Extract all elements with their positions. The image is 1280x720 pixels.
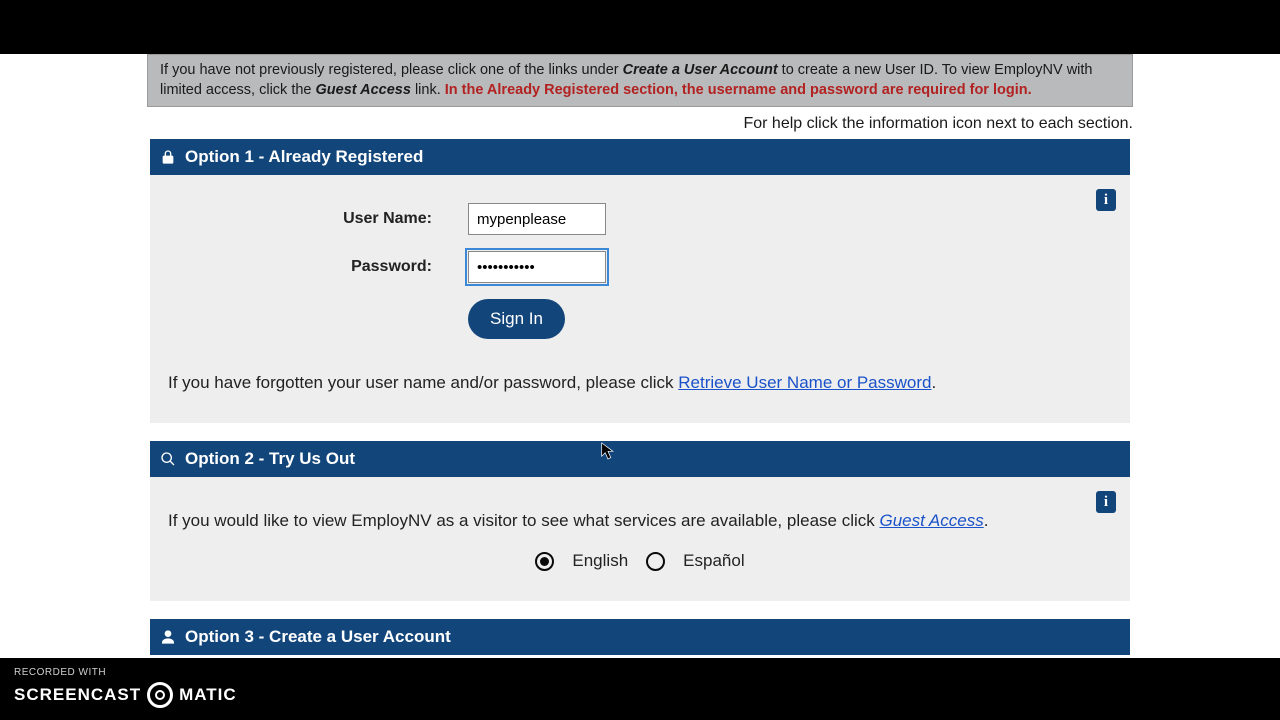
info-icon[interactable]: i bbox=[1096, 491, 1116, 513]
notice-pre: If you have not previously registered, p… bbox=[160, 62, 623, 78]
option2-body: i If you would like to view EmployNV as … bbox=[150, 477, 1130, 601]
user-icon bbox=[160, 629, 176, 645]
forgot-pre: If you have forgotten your user name and… bbox=[168, 373, 678, 392]
guest-line: If you would like to view EmployNV as a … bbox=[168, 511, 1112, 531]
guest-access-link[interactable]: Guest Access bbox=[879, 511, 983, 530]
screencast-o-matic-logo: SCREENCAST MATIC bbox=[14, 682, 237, 708]
option1-panel: Option 1 - Already Registered i User Nam… bbox=[150, 139, 1130, 423]
option2-title: Option 2 - Try Us Out bbox=[185, 449, 355, 469]
notice-create-account-em: Create a User Account bbox=[623, 62, 778, 78]
brand-right: MATIC bbox=[179, 685, 237, 705]
option1-header: Option 1 - Already Registered bbox=[150, 139, 1130, 175]
info-icon[interactable]: i bbox=[1096, 189, 1116, 211]
lang-spanish-label: Español bbox=[683, 551, 744, 571]
option2-header: Option 2 - Try Us Out bbox=[150, 441, 1130, 477]
guest-post: . bbox=[984, 511, 989, 530]
lock-icon bbox=[160, 149, 176, 165]
notice-required-warning: In the Already Registered section, the u… bbox=[445, 82, 1032, 98]
option1-body: i User Name: Password: Sign In If you ha… bbox=[150, 175, 1130, 423]
watermark-bar: RECORDED WITH SCREENCAST MATIC bbox=[0, 658, 1280, 720]
option3-panel: Option 3 - Create a User Account bbox=[150, 619, 1130, 655]
notice-guest-access-em: Guest Access bbox=[316, 82, 411, 98]
username-input[interactable] bbox=[468, 203, 606, 235]
option2-panel: Option 2 - Try Us Out i If you would lik… bbox=[150, 441, 1130, 601]
forgot-post: . bbox=[931, 373, 936, 392]
option3-header: Option 3 - Create a User Account bbox=[150, 619, 1130, 655]
retrieve-credentials-link[interactable]: Retrieve User Name or Password bbox=[678, 373, 931, 392]
recorded-with-label: RECORDED WITH bbox=[14, 667, 106, 678]
sign-in-button[interactable]: Sign In bbox=[468, 299, 565, 339]
username-label: User Name: bbox=[168, 210, 468, 228]
registration-notice: If you have not previously registered, p… bbox=[147, 54, 1133, 107]
forgot-line: If you have forgotten your user name and… bbox=[168, 373, 1112, 393]
radio-spanish[interactable] bbox=[646, 552, 665, 571]
option3-title: Option 3 - Create a User Account bbox=[185, 627, 451, 647]
top-black-bar bbox=[0, 0, 1280, 54]
guest-pre: If you would like to view EmployNV as a … bbox=[168, 511, 879, 530]
search-icon bbox=[160, 451, 176, 467]
help-instruction: For help click the information icon next… bbox=[0, 115, 1133, 133]
lang-english-label: English bbox=[572, 551, 628, 571]
option1-title: Option 1 - Already Registered bbox=[185, 147, 423, 167]
brand-circle-icon bbox=[147, 682, 173, 708]
notice-post-link: link. bbox=[411, 82, 445, 98]
brand-left: SCREENCAST bbox=[14, 685, 141, 705]
password-label: Password: bbox=[168, 258, 468, 276]
language-radio-group: English Español bbox=[168, 551, 1112, 571]
password-input[interactable] bbox=[468, 251, 606, 283]
radio-english[interactable] bbox=[535, 552, 554, 571]
